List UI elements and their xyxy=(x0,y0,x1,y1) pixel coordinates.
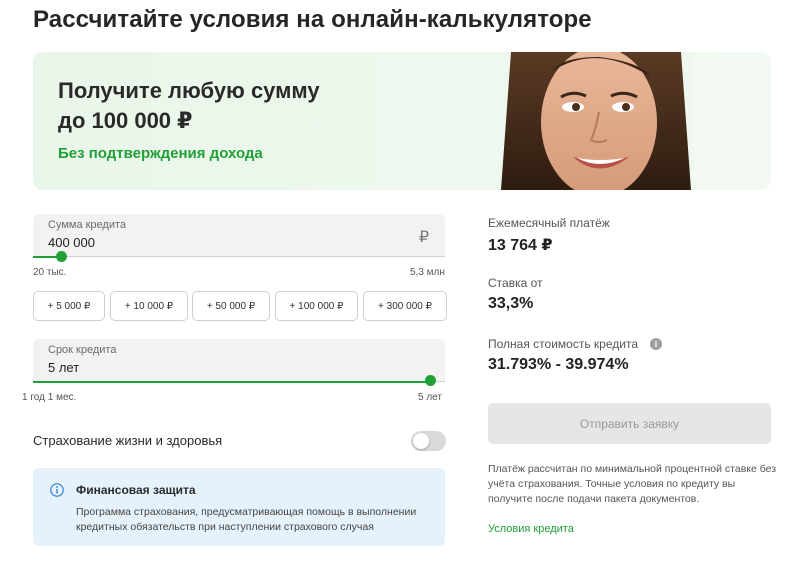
amount-field[interactable]: Сумма кредита 400 000 ₽ xyxy=(33,214,445,258)
amount-max-label: 5,3 млн xyxy=(410,267,445,278)
insurance-label: Страхование жизни и здоровья xyxy=(33,433,223,448)
add-50000-button[interactable]: + 50 000 ₽ xyxy=(192,291,270,321)
full-cost-label: Полная стоимость кредита xyxy=(488,337,638,351)
woman-photo xyxy=(491,52,691,190)
banner-subheading: Без подтверждения дохода xyxy=(58,145,263,162)
term-slider-fill xyxy=(33,381,431,383)
info-text: Программа страхования, предусматривающая… xyxy=(76,506,417,533)
full-cost-info-icon[interactable]: i xyxy=(650,338,662,350)
add-100000-button[interactable]: + 100 000 ₽ xyxy=(275,291,358,321)
submit-application-button[interactable]: Отправить заявку xyxy=(488,403,771,444)
monthly-payment-value: 13 764 ₽ xyxy=(488,237,553,254)
add-5000-button[interactable]: + 5 000 ₽ xyxy=(33,291,105,321)
insurance-toggle[interactable] xyxy=(411,431,446,451)
term-field[interactable]: Срок кредита 5 лет xyxy=(33,339,445,383)
term-min-label: 1 год 1 мес. xyxy=(22,392,77,403)
amount-input[interactable]: 400 000 xyxy=(48,235,95,250)
amount-min-label: 20 тыс. xyxy=(33,267,67,278)
add-10000-button[interactable]: + 10 000 ₽ xyxy=(110,291,188,321)
monthly-payment-label: Ежемесячный платёж xyxy=(488,216,610,230)
promo-banner: Получите любую сумму до 100 000 ₽ Без по… xyxy=(33,52,771,190)
financial-protection-info: Финансовая защита Программа страхования,… xyxy=(33,468,445,546)
term-slider-handle[interactable] xyxy=(425,375,436,386)
loan-terms-link[interactable]: Условия кредита xyxy=(488,523,574,535)
term-max-label: 5 лет xyxy=(418,392,442,403)
term-label: Срок кредита xyxy=(48,344,117,356)
banner-heading-line1: Получите любую сумму xyxy=(58,78,320,103)
full-cost-value: 31.793% - 39.974% xyxy=(488,356,629,373)
ruble-icon: ₽ xyxy=(418,229,429,246)
rate-value: 33,3% xyxy=(488,295,534,312)
amount-label: Сумма кредита xyxy=(48,219,127,231)
rate-label: Ставка от xyxy=(488,276,543,290)
banner-heading-line2: до 100 000 ₽ xyxy=(58,108,193,133)
term-input[interactable]: 5 лет xyxy=(48,360,79,375)
toggle-knob xyxy=(413,433,429,449)
page-title: Рассчитайте условия на онлайн-калькулято… xyxy=(33,6,592,33)
disclaimer-note: Платёж рассчитан по минимальной процентн… xyxy=(488,463,777,505)
banner-heading: Получите любую сумму до 100 000 ₽ xyxy=(58,76,320,136)
info-title: Финансовая защита xyxy=(76,483,196,497)
info-icon xyxy=(50,483,64,497)
amount-slider-handle[interactable] xyxy=(56,251,67,262)
add-300000-button[interactable]: + 300 000 ₽ xyxy=(363,291,447,321)
